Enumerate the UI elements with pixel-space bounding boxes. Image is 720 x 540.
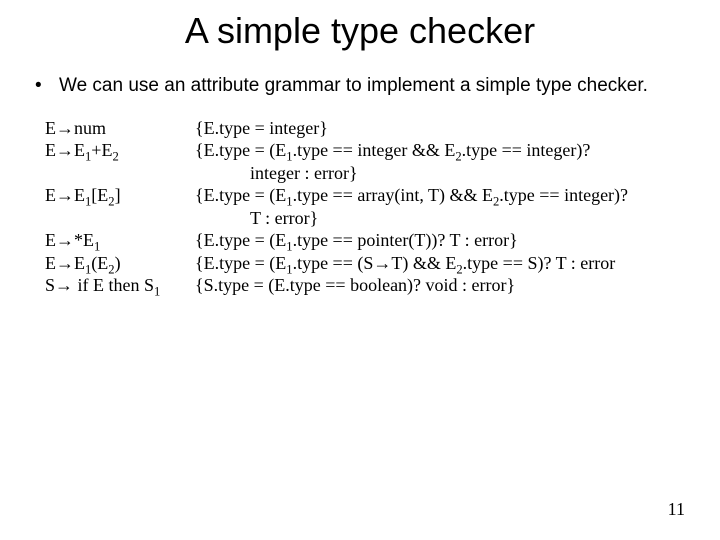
semantic-rule: {S.type = (E.type == boolean)? void : er… bbox=[195, 274, 685, 297]
semantic-rule: {E.type = (E1.type == (S→T) && E2.type =… bbox=[195, 252, 685, 275]
grammar-row: E→*E1{E.type = (E1.type == pointer(T))? … bbox=[45, 229, 685, 252]
grammar-row: E→E1+E2{E.type = (E1.type == integer && … bbox=[45, 139, 685, 162]
grammar-row: E→num{E.type = integer} bbox=[45, 117, 685, 140]
production: E→*E1 bbox=[45, 229, 195, 252]
slide-title: A simple type checker bbox=[35, 10, 685, 52]
semantic-rule: {E.type = (E1.type == array(int, T) && E… bbox=[195, 184, 685, 207]
semantic-rule: T : error} bbox=[195, 207, 685, 230]
grammar-row: E→E1[E2]{E.type = (E1.type == array(int,… bbox=[45, 184, 685, 207]
bullet-dot-icon: • bbox=[35, 74, 59, 99]
grammar-row: integer : error} bbox=[45, 162, 685, 185]
bullet-text: We can use an attribute grammar to imple… bbox=[59, 74, 685, 99]
production: S→ if E then S1 bbox=[45, 274, 195, 297]
grammar-row: T : error} bbox=[45, 207, 685, 230]
semantic-rule: integer : error} bbox=[195, 162, 685, 185]
production: E→num bbox=[45, 117, 195, 140]
grammar-row: E→E1(E2){E.type = (E1.type == (S→T) && E… bbox=[45, 252, 685, 275]
bullet-item: • We can use an attribute grammar to imp… bbox=[35, 74, 685, 99]
production: E→E1(E2) bbox=[45, 252, 195, 275]
semantic-rule: {E.type = (E1.type == integer && E2.type… bbox=[195, 139, 685, 162]
grammar-block: E→num{E.type = integer}E→E1+E2{E.type = … bbox=[45, 117, 685, 297]
page-number: 11 bbox=[668, 499, 685, 520]
semantic-rule: {E.type = integer} bbox=[195, 117, 685, 140]
production: E→E1+E2 bbox=[45, 139, 195, 162]
production: E→E1[E2] bbox=[45, 184, 195, 207]
grammar-row: S→ if E then S1{S.type = (E.type == bool… bbox=[45, 274, 685, 297]
semantic-rule: {E.type = (E1.type == pointer(T))? T : e… bbox=[195, 229, 685, 252]
